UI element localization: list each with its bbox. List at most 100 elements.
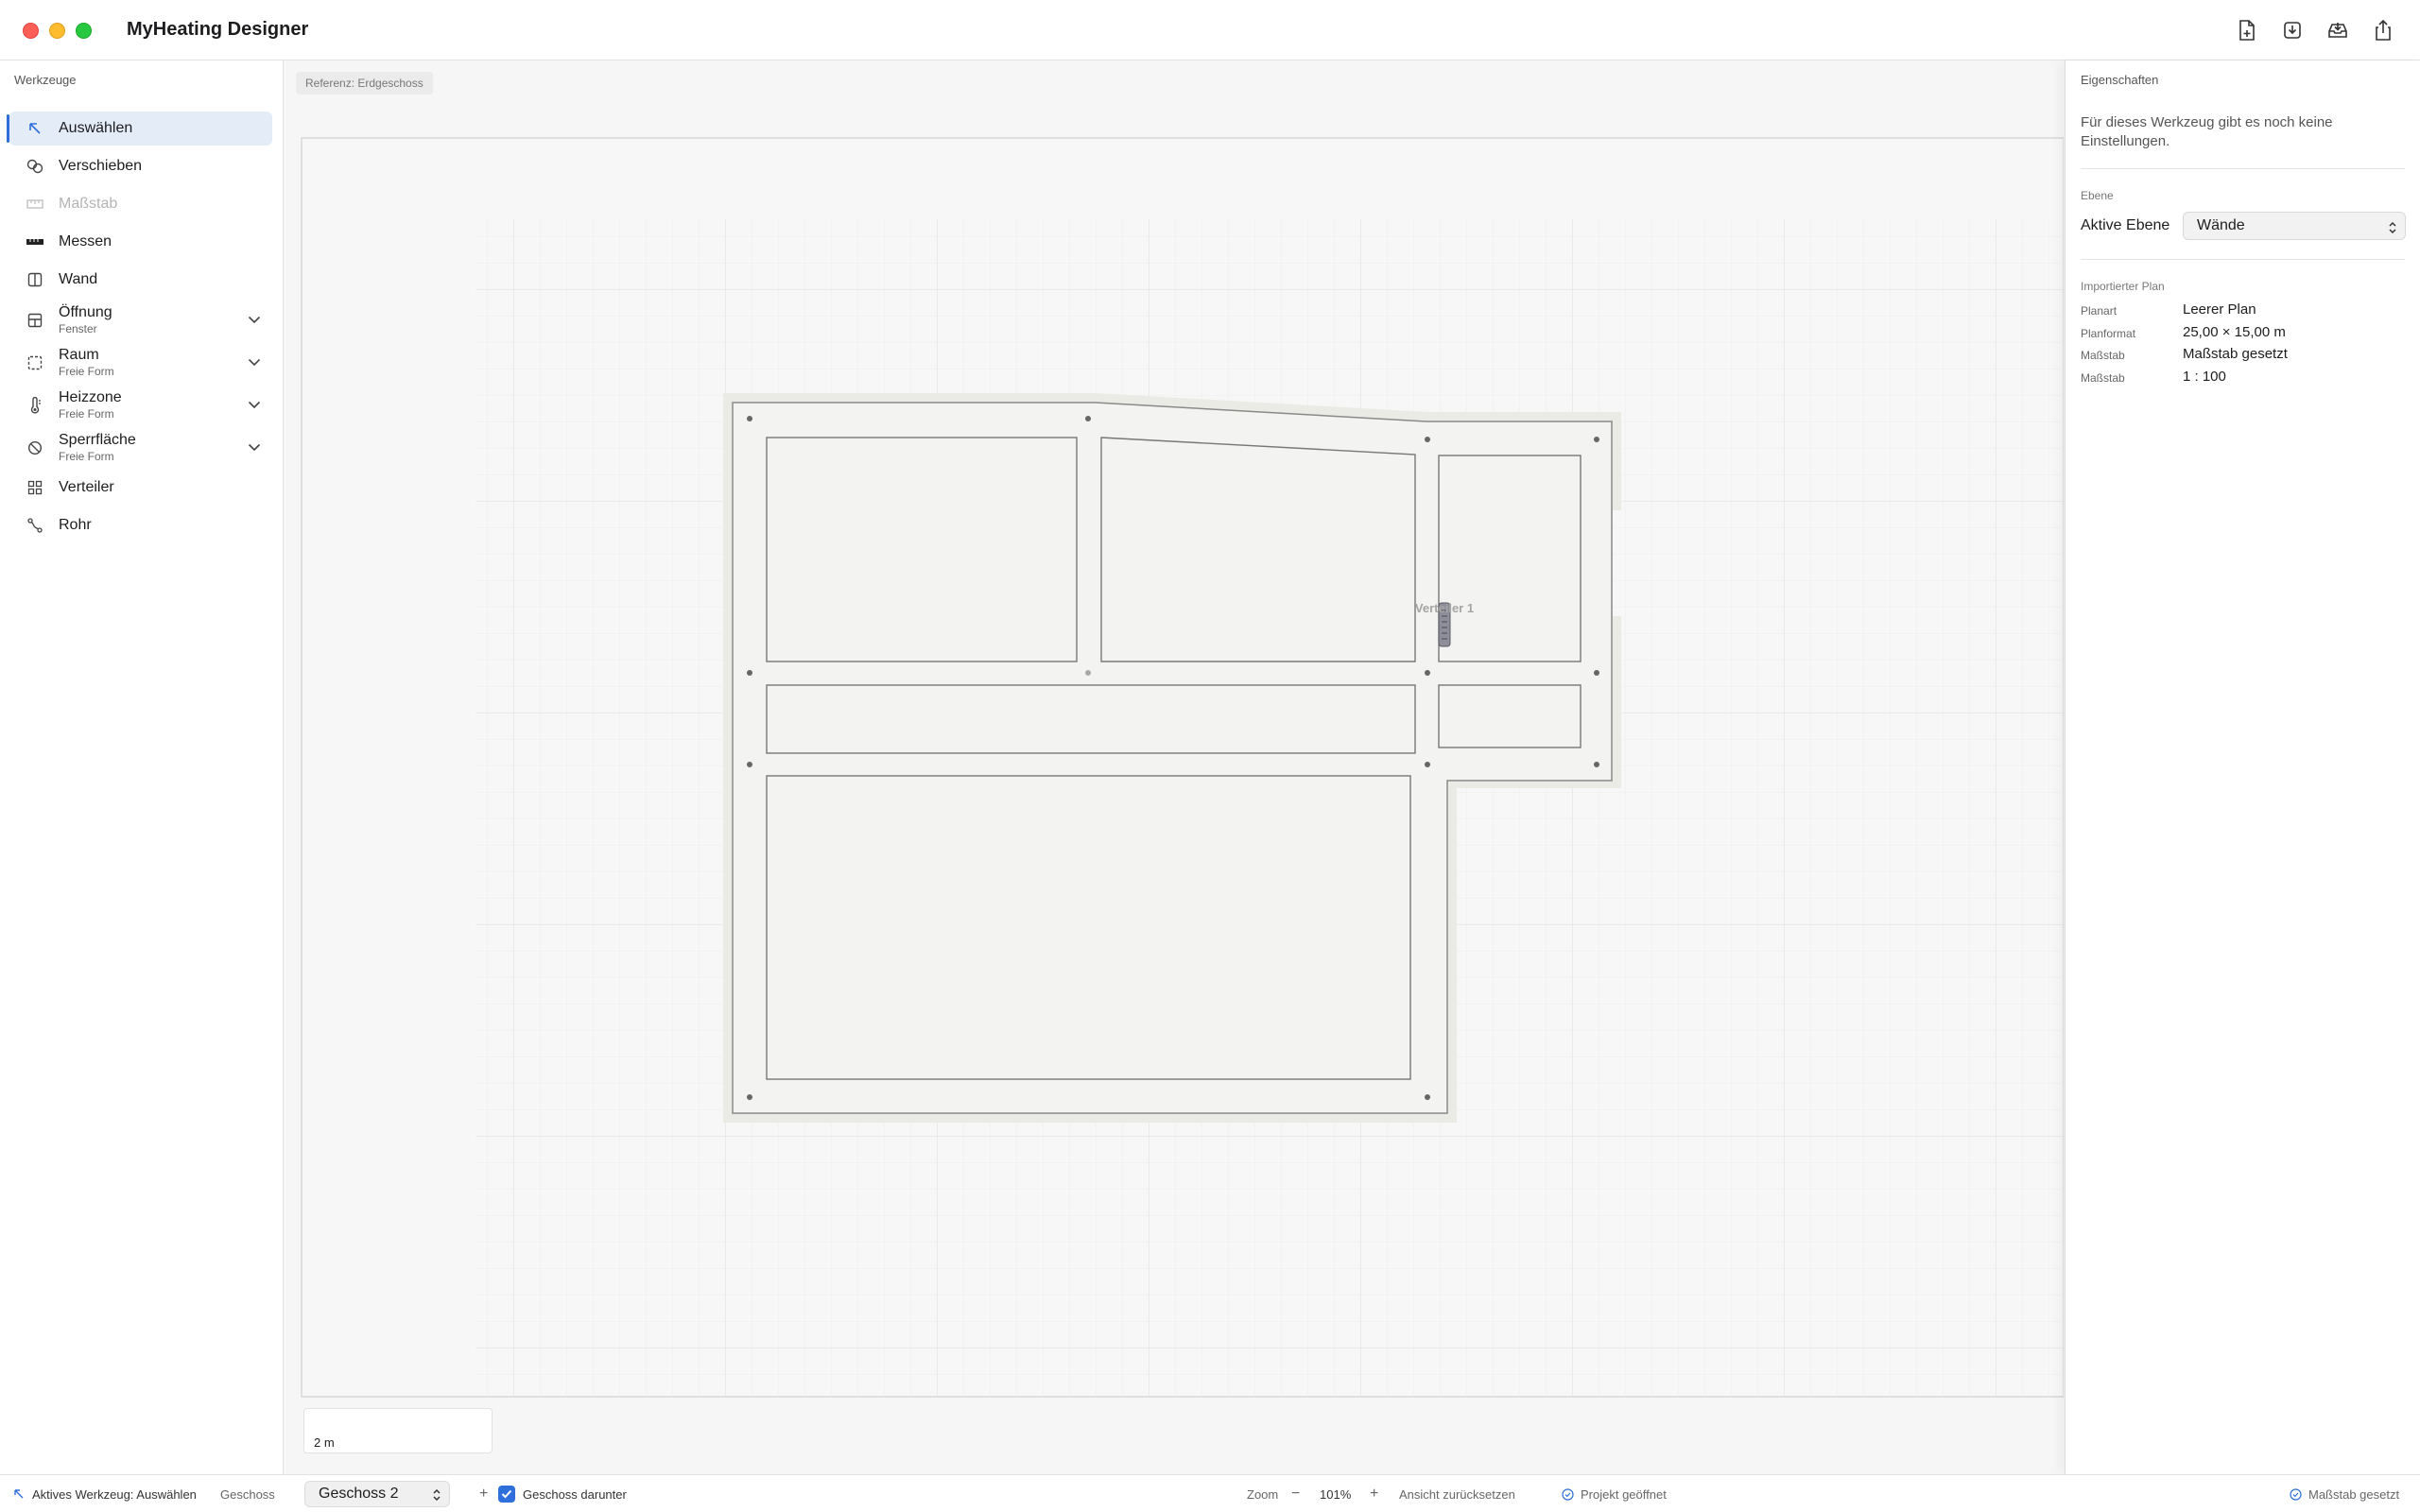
active-layer-select[interactable]: Wände	[2183, 212, 2406, 240]
tool-sublabel: Freie Form	[59, 450, 114, 463]
active-tool-status: Aktives Werkzeug: Auswählen	[13, 1475, 197, 1512]
tool-label: Verschieben	[59, 158, 143, 174]
reference-floor-chip[interactable]: Referenz: Erdgeschoss	[296, 72, 433, 94]
scale-status-text: Maßstab gesetzt	[2308, 1486, 2400, 1502]
tool-sperrflaeche[interactable]: Sperrfläche Freie Form	[9, 428, 272, 467]
share-button[interactable]	[2363, 11, 2403, 49]
project-status-text: Projekt geöffnet	[1581, 1486, 1667, 1502]
tool-sublabel: Fenster	[59, 322, 97, 335]
measure-icon	[26, 233, 43, 250]
property-value: Leerer Plan	[2183, 301, 2256, 318]
zoom-out-button[interactable]: −	[1291, 1475, 1300, 1512]
chevron-down-icon[interactable]	[248, 312, 261, 329]
thermometer-icon	[26, 396, 43, 414]
property-value: Maßstab gesetzt	[2183, 346, 2288, 362]
floor-below-toggle[interactable]: Geschoss darunter	[498, 1475, 627, 1512]
tool-rohr[interactable]: Rohr	[9, 508, 272, 542]
tool-label: Rohr	[59, 517, 92, 533]
scale-bar-label: 2 m	[314, 1435, 335, 1450]
check-circle-icon	[1562, 1487, 1574, 1501]
close-window-button[interactable]	[23, 23, 39, 39]
floor-select[interactable]: Geschoss 2	[304, 1481, 450, 1507]
document-plus-icon	[2239, 20, 2255, 41]
tool-list: Auswählen Verschieben Maßstab Messen Wan…	[7, 112, 272, 546]
blocked-icon	[26, 439, 43, 456]
tool-sublabel: Freie Form	[59, 365, 114, 378]
active-layer-value: Wände	[2197, 217, 2245, 233]
chevron-down-icon[interactable]	[248, 354, 261, 371]
reset-view-button[interactable]: Ansicht zurücksetzen	[1399, 1475, 1515, 1512]
status-bar: Aktives Werkzeug: Auswählen Geschoss Ges…	[0, 1474, 2420, 1512]
new-document-button[interactable]	[2227, 11, 2267, 49]
room-icon	[26, 354, 43, 371]
title-bar: MyHeating Designer	[0, 0, 2420, 60]
layer-section-label: Ebene	[2081, 189, 2114, 202]
plan-type-row: Planart Leerer Plan	[2081, 301, 2406, 321]
tray-down-icon	[2284, 22, 2301, 39]
wall-icon	[26, 271, 43, 288]
scale-status-row: Maßstab Maßstab gesetzt	[2081, 345, 2406, 366]
move-icon	[26, 158, 43, 175]
minimize-window-button[interactable]	[49, 23, 65, 39]
tool-label: Raum	[59, 347, 99, 363]
tool-text: Öffnung Fenster	[59, 304, 112, 335]
scale-bar: 2 m	[303, 1408, 493, 1453]
tool-verteiler[interactable]: Verteiler	[9, 471, 272, 505]
tool-label: Maßstab	[59, 196, 118, 212]
sidebar-header: Werkzeuge	[14, 73, 77, 87]
checkbox-checked-icon[interactable]	[498, 1486, 515, 1503]
tool-label: Sperrfläche	[59, 432, 136, 448]
project-status: Projekt geöffnet	[1562, 1475, 1667, 1512]
floor-below-label: Geschoss darunter	[523, 1486, 627, 1502]
tool-label: Messen	[59, 233, 112, 249]
arrow-select-icon	[13, 1488, 25, 1500]
plan-format-row: Planformat 25,00 × 15,00 m	[2081, 323, 2406, 344]
scale-ratio-row: Maßstab 1 : 100	[2081, 368, 2406, 388]
tool-heizzone[interactable]: Heizzone Freie Form	[9, 386, 272, 424]
tool-label: Verteiler	[59, 479, 114, 495]
tool-massstab[interactable]: Maßstab	[9, 187, 272, 221]
tool-text: Raum Freie Form	[59, 347, 114, 378]
active-tool-text: Aktives Werkzeug: Auswählen	[32, 1486, 197, 1502]
zoom-in-button[interactable]: +	[1370, 1475, 1378, 1512]
ruler-icon	[26, 196, 43, 213]
window-icon	[26, 312, 43, 329]
grid-icon	[26, 479, 43, 496]
floor-select-value: Geschoss 2	[319, 1486, 399, 1502]
tool-label: Öffnung	[59, 304, 112, 320]
chevron-down-icon[interactable]	[248, 439, 261, 456]
floor-plan[interactable]: Verteiler 1	[285, 60, 2064, 1474]
add-floor-button[interactable]: +	[479, 1475, 488, 1512]
property-key: Maßstab	[2081, 349, 2125, 362]
share-icon	[2376, 19, 2391, 41]
properties-note: Für dieses Werkzeug gibt es noch keine E…	[2081, 114, 2333, 149]
floor-label: Geschoss	[220, 1486, 275, 1502]
property-key: Maßstab	[2081, 371, 2125, 385]
active-layer-row: Aktive Ebene Wände	[2081, 212, 2406, 240]
property-key: Planformat	[2081, 327, 2136, 340]
drawing-canvas[interactable]: Verteiler 1 Referenz: Erdgeschoss 2 m	[285, 60, 2064, 1474]
import-button[interactable]	[2273, 11, 2312, 49]
property-key: Planart	[2081, 304, 2118, 318]
zoom-label: Zoom	[1247, 1486, 1279, 1502]
properties-panel: Eigenschaften Für dieses Werkzeug gibt e…	[2065, 60, 2420, 1474]
tool-raum[interactable]: Raum Freie Form	[9, 343, 272, 382]
tool-verschieben[interactable]: Verschieben	[9, 149, 272, 183]
tool-auswaehlen[interactable]: Auswählen	[7, 112, 272, 146]
tool-messen[interactable]: Messen	[9, 225, 272, 259]
arrow-select-icon	[26, 120, 43, 137]
tool-sublabel: Freie Form	[59, 407, 114, 421]
zoom-window-button[interactable]	[76, 23, 92, 39]
tool-text: Heizzone Freie Form	[59, 389, 122, 421]
tool-oeffnung[interactable]: Öffnung Fenster	[9, 301, 272, 339]
save-button[interactable]	[2318, 11, 2358, 49]
tool-label: Wand	[59, 271, 98, 287]
check-circle-icon	[2290, 1487, 2302, 1501]
updown-chevron-icon	[432, 1486, 441, 1511]
property-value: 25,00 × 15,00 m	[2183, 324, 2286, 340]
manifold-label: Verteiler 1	[1415, 601, 1474, 615]
tray-arrow-icon	[2328, 23, 2347, 38]
chevron-down-icon[interactable]	[248, 397, 261, 414]
tool-wand[interactable]: Wand	[9, 263, 272, 297]
zoom-value: 101%	[1320, 1486, 1352, 1502]
